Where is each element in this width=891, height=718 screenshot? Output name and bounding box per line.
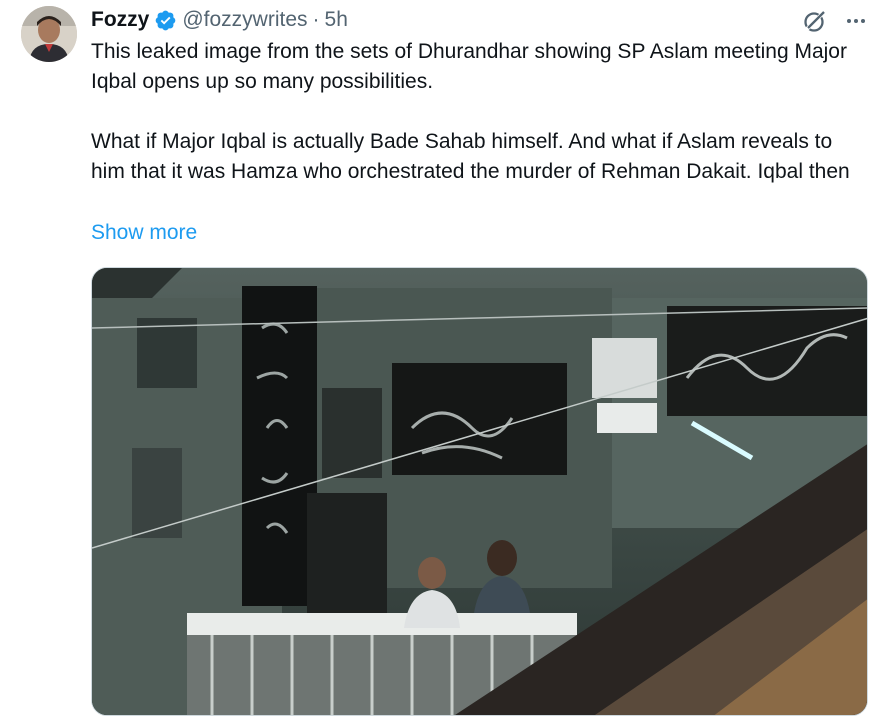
- tweet-paragraph-1: This leaked image from the sets of Dhura…: [91, 40, 847, 93]
- timestamp[interactable]: 5h: [325, 8, 348, 32]
- author-handle[interactable]: @fozzywrites: [182, 8, 307, 32]
- tweet-image[interactable]: [91, 267, 868, 716]
- author-name[interactable]: Fozzy: [91, 8, 149, 32]
- tweet-text: This leaked image from the sets of Dhura…: [91, 37, 871, 187]
- separator-dot: ·: [312, 8, 320, 31]
- verified-badge-icon: [156, 10, 176, 30]
- tweet-header: Fozzy @fozzywrites · 5h: [91, 6, 348, 34]
- show-more-link[interactable]: Show more: [91, 218, 197, 248]
- grok-icon[interactable]: [802, 8, 828, 34]
- avatar[interactable]: [21, 6, 77, 62]
- more-options-icon[interactable]: [843, 8, 869, 34]
- tweet-paragraph-2: What if Major Iqbal is actually Bade Sah…: [91, 130, 850, 183]
